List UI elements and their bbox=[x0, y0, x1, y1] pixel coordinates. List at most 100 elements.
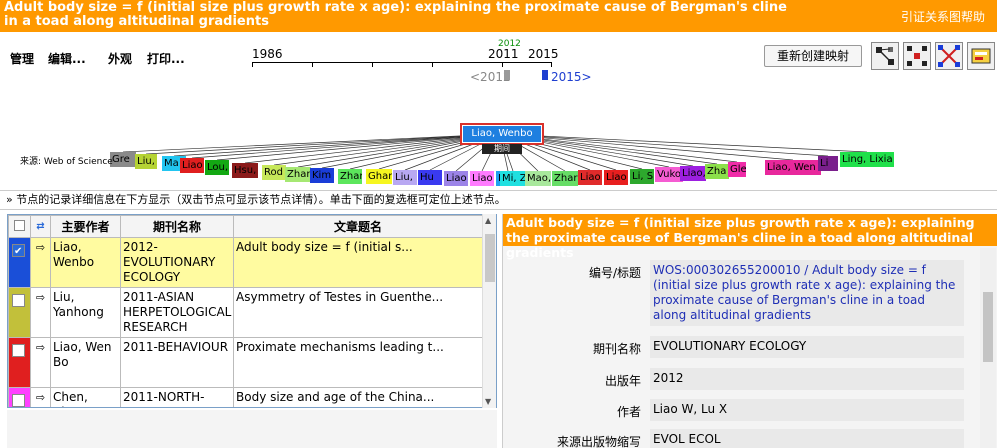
graph-node[interactable]: Gle bbox=[728, 162, 746, 177]
row-checkbox[interactable] bbox=[12, 394, 25, 407]
row-color-cell[interactable] bbox=[8, 287, 31, 338]
graph-node[interactable]: Li bbox=[818, 156, 838, 171]
graph-node[interactable]: Gre bbox=[110, 152, 136, 167]
row-link-icon[interactable]: ⇨ bbox=[30, 237, 51, 288]
timeline-tick bbox=[252, 62, 253, 67]
menu-edit[interactable]: 编辑... bbox=[48, 50, 86, 67]
field-value-year: 2012 bbox=[650, 368, 964, 390]
field-label-author: 作者 bbox=[616, 405, 641, 419]
field-label-journal: 期刊名称 bbox=[592, 342, 641, 356]
scroll-up-icon[interactable]: ▲ bbox=[485, 216, 491, 225]
row-title: Proximate mechanisms leading t... bbox=[233, 337, 483, 388]
citation-graph[interactable]: Gre Liu, Ma Liao Lou, Hsu, Rod Zhar Kim Zhar Ghar L… bbox=[0, 86, 997, 190]
row-author: Liao, Wenbo bbox=[50, 237, 121, 288]
table-row[interactable]: ⇨Chen, Bing Yao2011-NORTH-WESTERN JOURNA… bbox=[8, 387, 483, 407]
graph-node[interactable]: Liao bbox=[470, 171, 494, 186]
scroll-thumb[interactable] bbox=[485, 234, 495, 282]
header-author[interactable]: 主要作者 bbox=[50, 215, 121, 238]
table-scrollbar[interactable]: ▲ ▼ bbox=[482, 214, 496, 408]
timeline-handle-right[interactable] bbox=[542, 70, 548, 80]
field-label-year: 出版年 bbox=[604, 374, 641, 388]
timeline-next[interactable]: 2015> bbox=[551, 70, 592, 84]
window-title: Adult body size = f (initial size plus g… bbox=[4, 0, 787, 29]
row-color-cell[interactable] bbox=[8, 237, 31, 288]
row-title: Asymmetry of Testes in Guenthe... bbox=[233, 287, 483, 338]
hint-bar: » 节点的记录详细信息在下方显示（双击节点可显示该节点详情）。单击下面的复选框可… bbox=[0, 190, 997, 210]
row-checkbox[interactable] bbox=[12, 294, 25, 307]
header-title[interactable]: 文章题名 bbox=[233, 215, 483, 238]
graph-node[interactable]: Hu bbox=[418, 170, 442, 185]
focus-node-sublabel: 期间 bbox=[482, 144, 522, 154]
graph-node[interactable]: Lou, bbox=[205, 160, 229, 175]
graph-node[interactable]: Zhar bbox=[552, 171, 578, 186]
network-cluster-icon[interactable] bbox=[903, 42, 931, 70]
graph-node[interactable]: Rod bbox=[262, 165, 286, 180]
timeline-axis bbox=[252, 62, 552, 63]
row-color-cell[interactable] bbox=[8, 387, 31, 407]
graph-node[interactable]: Zha bbox=[705, 164, 729, 179]
focus-node[interactable]: Liao, Wenbo bbox=[460, 123, 544, 145]
field-value-id[interactable]: WOS:000302655200010 / Adult body size = … bbox=[650, 260, 964, 326]
graph-node[interactable]: Li, S bbox=[630, 169, 654, 184]
table-row[interactable]: ⇨ Liu, Yanhong 2011-ASIAN HERPETOLOGICAL R… bbox=[8, 287, 483, 338]
graph-node[interactable]: Liu, bbox=[135, 154, 157, 169]
row-checkbox[interactable] bbox=[12, 244, 25, 259]
graph-node[interactable]: Liao, W bbox=[680, 166, 706, 181]
detail-scrollbar[interactable] bbox=[980, 248, 996, 448]
graph-node[interactable]: Ling, Lixia bbox=[840, 152, 894, 167]
table-row[interactable]: ⇨Liao, Wenbo2012-EVOLUTIONARY ECOLOGYAdu… bbox=[8, 237, 483, 288]
graph-node[interactable]: Kim bbox=[310, 168, 334, 183]
timeline-tick bbox=[312, 62, 313, 67]
row-color-cell[interactable] bbox=[8, 337, 31, 388]
link-header[interactable]: ⇄ bbox=[30, 215, 51, 238]
graph-node[interactable]: Liu, bbox=[393, 170, 417, 185]
graph-node[interactable]: Mi, Z bbox=[500, 171, 526, 186]
graph-edge bbox=[191, 133, 501, 159]
graph-node[interactable]: Liao bbox=[604, 170, 628, 185]
timeline-end: 2015 bbox=[528, 47, 559, 61]
row-title: Adult body size = f (initial s... bbox=[233, 237, 483, 288]
chart-export-icon[interactable] bbox=[967, 42, 995, 70]
graph-node[interactable]: Liao bbox=[578, 170, 602, 185]
graph-node[interactable]: Ghar bbox=[366, 169, 392, 184]
field-value-source: EVOL ECOL bbox=[650, 429, 964, 448]
collapse-icon[interactable]: » bbox=[6, 193, 13, 206]
timeline-tick bbox=[432, 62, 433, 67]
graph-node[interactable]: Liao bbox=[180, 158, 204, 173]
menu-manage[interactable]: 管理 bbox=[10, 50, 34, 67]
rebuild-map-button[interactable]: 重新创建映射 bbox=[764, 45, 862, 67]
source-label: 来源: Web of Science bbox=[20, 157, 113, 167]
record-table: ⇄ 主要作者 期刊名称 文章题名 ⇨Liao, Wenbo2012-EVOLUT… bbox=[7, 214, 497, 408]
row-link-icon[interactable]: ⇨ bbox=[30, 337, 51, 388]
timeline-tick bbox=[551, 62, 552, 67]
row-journal: 2011-NORTH-WESTERN JOURNAL OF bbox=[120, 387, 234, 407]
graph-node[interactable]: Mao, bbox=[525, 171, 551, 186]
row-checkbox[interactable] bbox=[12, 344, 25, 357]
header-journal[interactable]: 期刊名称 bbox=[120, 215, 234, 238]
graph-node[interactable]: Hsu, bbox=[232, 163, 258, 178]
menu-appearance[interactable]: 外观 bbox=[108, 50, 132, 67]
graph-node[interactable]: Liao bbox=[444, 171, 468, 186]
row-journal: 2011-BEHAVIOUR bbox=[120, 337, 234, 388]
help-link[interactable]: 引证关系图帮助 bbox=[901, 8, 985, 25]
graph-node[interactable]: Zhar bbox=[338, 169, 362, 184]
select-all-header[interactable] bbox=[8, 215, 31, 238]
graph-node[interactable]: Liao, Wen bbox=[765, 160, 821, 175]
row-link-icon[interactable]: ⇨ bbox=[30, 287, 51, 338]
menu-print[interactable]: 打印... bbox=[147, 50, 185, 67]
table-row[interactable]: ⇨ Liao, Wen Bo 2011-BEHAVIOUR Proximate mec… bbox=[8, 337, 483, 388]
graph-node[interactable]: Zhar bbox=[285, 167, 311, 182]
timeline-tick bbox=[372, 62, 373, 67]
network-red-icon[interactable] bbox=[935, 42, 963, 70]
timeline-start: 1986 bbox=[252, 47, 283, 61]
field-value-journal: EVOLUTIONARY ECOLOGY bbox=[650, 336, 964, 358]
network-tree-icon[interactable] bbox=[871, 42, 899, 70]
row-title: Body size and age of the China... bbox=[233, 387, 483, 407]
graph-node[interactable]: Vuko bbox=[655, 167, 683, 182]
table-footer bbox=[7, 410, 497, 448]
detail-scroll-thumb[interactable] bbox=[983, 292, 993, 362]
timeline-handle-left[interactable] bbox=[504, 70, 510, 80]
scroll-down-icon[interactable]: ▼ bbox=[485, 397, 491, 406]
row-journal: 2011-ASIAN HERPETOLOGICAL RESEARCH bbox=[120, 287, 234, 338]
row-link-icon[interactable]: ⇨ bbox=[30, 387, 51, 407]
